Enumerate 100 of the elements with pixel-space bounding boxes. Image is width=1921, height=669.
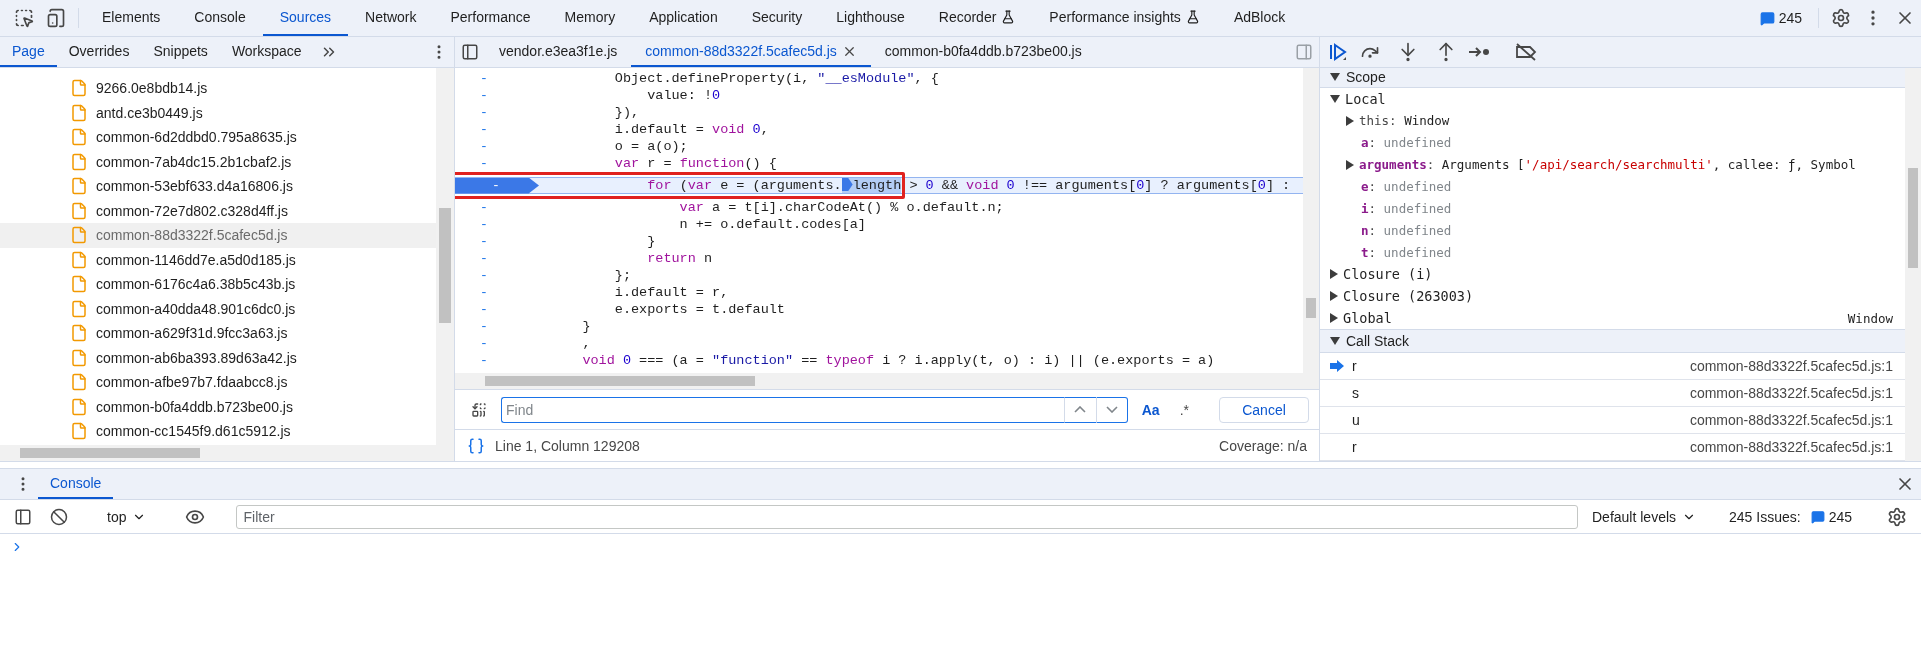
file-item[interactable]: common-afbe97b7.fdaabcc8.js [0,370,436,395]
chevron-down-icon [1105,406,1118,413]
file-item[interactable]: common-b0fa4ddb.b723be00.js [0,394,436,419]
scope-variable[interactable]: a: undefined [1320,131,1905,154]
panel-tab[interactable]: Elements [85,0,178,36]
match-case-button[interactable]: Aa [1135,401,1166,418]
file-item[interactable]: common-6d2ddbd0.795a8635.js [0,125,436,150]
code-line: Object.defineProperty(i, "__esModule", { [613,71,939,86]
log-levels-dropdown[interactable]: Default levels [1584,508,1705,525]
file-item[interactable]: common-1146dd7e.a5d0d185.js [0,247,436,272]
next-match-button[interactable] [1095,396,1128,423]
code-line: o = a(o); [613,139,688,154]
scope-variable[interactable]: n: undefined [1320,219,1905,242]
panel-tab[interactable]: Recorder [921,0,1033,36]
panel-tab[interactable]: Application [632,0,735,36]
issues-label: 245 Issues: [1729,508,1801,525]
find-field[interactable]: Find [501,396,1064,423]
file-item[interactable]: common-88d3322f.5cafec5d.js [0,223,436,248]
clear-console-icon[interactable] [50,507,68,526]
issues-badge[interactable]: 245 [1806,508,1856,525]
code-line: e.exports = t.default [613,302,785,317]
file-icon [70,275,88,294]
settings-icon[interactable] [1887,506,1907,527]
file-item[interactable]: antd.ce3b0449.js [0,100,436,125]
gutter-marker: - [480,122,489,137]
resume-icon[interactable] [1328,42,1348,62]
file-item[interactable]: common-72e7d802.c328d4ff.js [0,198,436,223]
code-line: var a = t[i].charCodeAt() % o.default.n; [678,200,1004,215]
step-into-icon[interactable] [1398,42,1418,62]
gutter-marker: - [480,302,489,317]
panel-tab[interactable]: Network [348,0,434,36]
regex-button[interactable]: .* [1173,401,1195,418]
file-tab[interactable]: common-b0fa4ddb.b723be00.js [870,37,1096,67]
panel-tab[interactable]: Performance [433,0,548,36]
file-icon [70,348,88,367]
navigator-tab[interactable]: Snippets [141,37,220,67]
call-frame[interactable]: u common-88d3322f.5cafec5d.js:1 [1320,407,1905,434]
scrollbar[interactable] [1303,68,1319,373]
file-icon [70,152,88,171]
previous-match-button[interactable] [1063,396,1096,423]
scrollbar[interactable] [455,373,1319,389]
drawer-tab[interactable]: Console [38,469,114,499]
panel-tab[interactable]: Lighthouse [819,0,922,36]
navigator-tab[interactable]: Page [0,37,57,67]
call-stack-header[interactable]: Call Stack [1320,329,1905,354]
call-frame[interactable]: r common-88d3322f.5cafec5d.js:1 [1320,434,1905,461]
file-item[interactable]: common-6176c4a6.38b5c43b.js [0,272,436,297]
scope-item[interactable]: Closure (263003) [1320,285,1905,308]
scope-variable[interactable]: this: Window [1320,109,1905,132]
sidebar-icon[interactable] [14,507,32,526]
code-line: }), [613,105,640,120]
scrollbar[interactable] [436,68,454,445]
step-out-icon[interactable] [1436,42,1456,62]
panel-tab[interactable]: Memory [547,0,633,36]
file-item[interactable]: common-a629f31d.9fcc3a63.js [0,321,436,346]
scope-variable[interactable]: t: undefined [1320,241,1905,264]
pretty-print-icon[interactable] [467,436,485,455]
breakpoint-marker[interactable]: - [455,177,539,194]
call-frame[interactable]: s common-88d3322f.5cafec5d.js:1 [1320,380,1905,408]
file-icon [70,397,88,416]
gutter-marker: - [480,353,489,368]
scope-variable[interactable]: i: undefined [1320,197,1905,220]
scope-item[interactable]: Local [1320,87,1905,110]
gutter-marker: - [480,251,489,266]
panel-tab[interactable]: Performance insights [1032,0,1217,36]
coverage-status: Coverage: n/a [1219,437,1307,454]
scope-variable[interactable]: e: undefined [1320,175,1905,198]
filter-field[interactable]: Filter [236,504,1578,529]
file-item[interactable]: common-cc1545f9.d61c5912.js [0,419,436,444]
panel-tab[interactable]: AdBlock [1216,0,1303,36]
scope-header[interactable]: Scope [1320,68,1905,88]
navigator-tab[interactable]: Overrides [56,37,142,67]
scope-item[interactable]: Closure (i) [1320,263,1905,286]
file-item[interactable]: common-ab6ba393.89d63a42.js [0,345,436,370]
navigator-tab[interactable]: Workspace [219,37,314,67]
scrollbar[interactable] [1905,68,1921,461]
chevron-up-icon [1074,406,1087,413]
file-item[interactable]: common-7ab4dc15.2b1cbaf2.js [0,149,436,174]
code-line: }; [613,268,631,283]
file-item[interactable]: common-a40dda48.901c6dc0.js [0,296,436,321]
file-tab[interactable]: common-88d3322f.5cafec5d.js [631,37,871,67]
file-icon [70,324,88,343]
file-icon [70,177,88,196]
issues-badge[interactable]: 245 [1749,0,1812,36]
panel-tab[interactable]: Security [734,0,820,36]
scope-variable[interactable]: arguments: Arguments ['/api/search/searchmulti', callee: ƒ, Symbol [1320,153,1905,176]
file-item[interactable]: 9266.0e8bdb14.js [0,76,436,101]
context-dropdown[interactable]: top [99,508,155,525]
gutter-marker: - [480,285,489,300]
deactivate-breakpoints-icon[interactable] [1515,43,1537,61]
call-frame[interactable]: r common-88d3322f.5cafec5d.js:1 [1320,353,1905,381]
code-line: , [581,336,591,351]
replace-icon[interactable] [471,401,487,418]
file-item[interactable]: common-53ebf633.d4a16806.js [0,174,436,199]
gutter-marker: - [480,139,489,154]
file-tab[interactable]: vendor.e3ea3f1e.js [485,37,632,67]
gutter-marker: - [480,71,489,86]
panel-tab[interactable]: Console [177,0,263,36]
scrollbar[interactable] [0,445,454,461]
cancel-button[interactable]: Cancel [1219,396,1309,423]
